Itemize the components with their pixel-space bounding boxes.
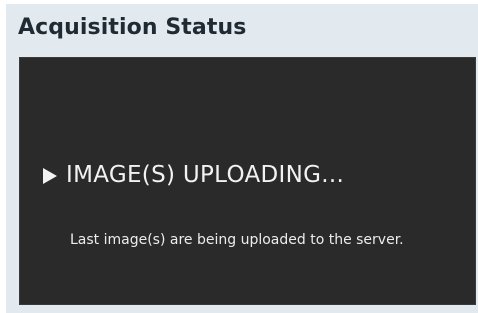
panel-title: Acquisition Status: [18, 15, 247, 40]
status-message: Last image(s) are being uploaded to the …: [70, 232, 404, 248]
status-heading-text: IMAGE(S) UPLOADING...: [66, 162, 345, 188]
acquisition-status-panel: Acquisition Status IMAGE(S) UPLOADING...…: [6, 4, 478, 313]
status-display: IMAGE(S) UPLOADING... Last image(s) are …: [19, 57, 476, 305]
play-icon: [43, 168, 57, 184]
status-heading: IMAGE(S) UPLOADING...: [43, 162, 344, 188]
